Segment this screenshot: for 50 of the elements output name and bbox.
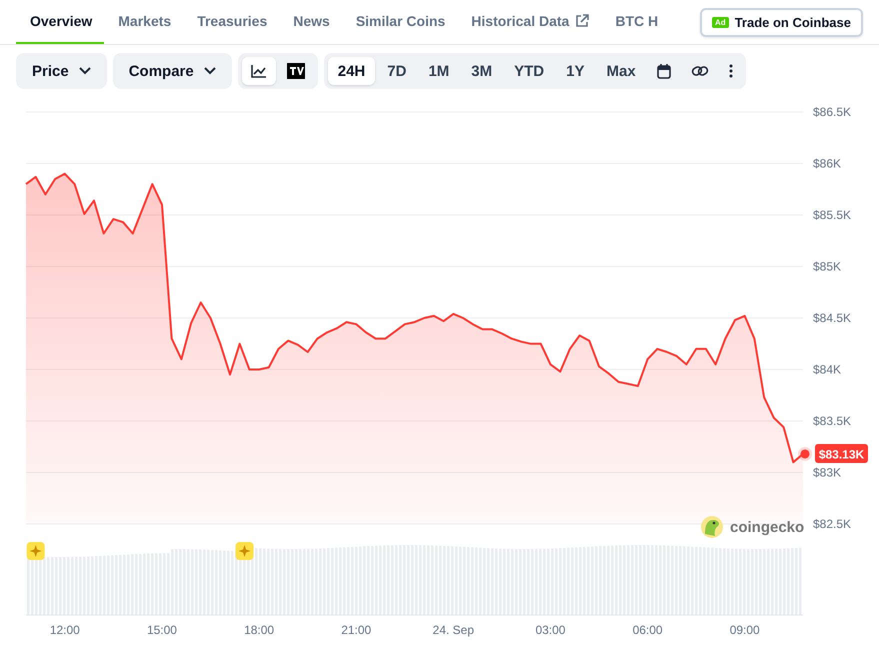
tab[interactable]: Markets (104, 0, 184, 44)
dropdown-button[interactable]: Price (16, 53, 107, 89)
y-axis-label: $83.5K (813, 414, 852, 428)
tab[interactable]: BTC H (601, 0, 670, 44)
brand-label: coingecko (730, 519, 804, 536)
x-axis-label: 06:00 (632, 623, 663, 637)
event-marker-icon[interactable] (26, 542, 45, 560)
range-tab[interactable]: 1Y (556, 57, 594, 85)
more-icon (728, 64, 733, 78)
range-tab[interactable]: 1M (418, 57, 460, 85)
y-axis-label: $85.5K (813, 208, 852, 222)
x-axis-label: 24. Sep (432, 623, 474, 637)
trade-button[interactable]: Ad Trade on Coinbase (700, 8, 863, 36)
line-chart-icon (250, 64, 267, 78)
calendar-icon (656, 64, 671, 78)
line-chart-button[interactable] (242, 57, 276, 85)
x-axis-label: 03:00 (535, 623, 566, 637)
tab[interactable]: Similar Coins (342, 0, 458, 44)
tab[interactable]: Overview (16, 0, 104, 44)
y-axis-label: $83K (813, 466, 842, 480)
range-tab[interactable]: 3M (461, 57, 502, 85)
range-tab[interactable]: 7D (377, 57, 416, 85)
dropdown-button[interactable]: Compare (112, 53, 232, 89)
caret-icon (78, 67, 91, 75)
event-marker-icon[interactable] (236, 542, 254, 560)
tab[interactable]: Treasuries (183, 0, 280, 44)
x-axis-label: 18:00 (244, 623, 274, 637)
link-icon (690, 64, 709, 78)
caret-icon (204, 67, 216, 75)
x-axis-label: 12:00 (50, 623, 80, 637)
y-axis-label: $84K (813, 362, 842, 376)
y-axis-label: $86.5K (813, 105, 852, 119)
x-axis-label: 15:00 (146, 623, 177, 637)
y-axis-label: $82.5K (813, 517, 852, 531)
tradingview-logo-icon (286, 63, 305, 79)
x-axis-label: 21:00 (341, 623, 372, 637)
y-axis-label: $84.5K (813, 311, 852, 325)
price-dot (798, 446, 812, 461)
coingecko-logo-icon (701, 516, 723, 538)
trade-label: Trade on Coinbase (734, 14, 851, 30)
y-axis-label: $85K (813, 260, 842, 274)
range-tab[interactable]: 24H (328, 57, 376, 85)
tab[interactable]: News (279, 0, 342, 44)
ad-badge: Ad (712, 16, 729, 28)
range-tab[interactable]: Max (596, 57, 646, 85)
x-axis-label: 09:00 (730, 623, 760, 637)
price-badge: $83.13K (815, 444, 868, 463)
y-axis-label: $86K (813, 156, 842, 170)
range-tab[interactable]: YTD (504, 57, 554, 85)
tab[interactable]: Historical Data (457, 0, 602, 44)
